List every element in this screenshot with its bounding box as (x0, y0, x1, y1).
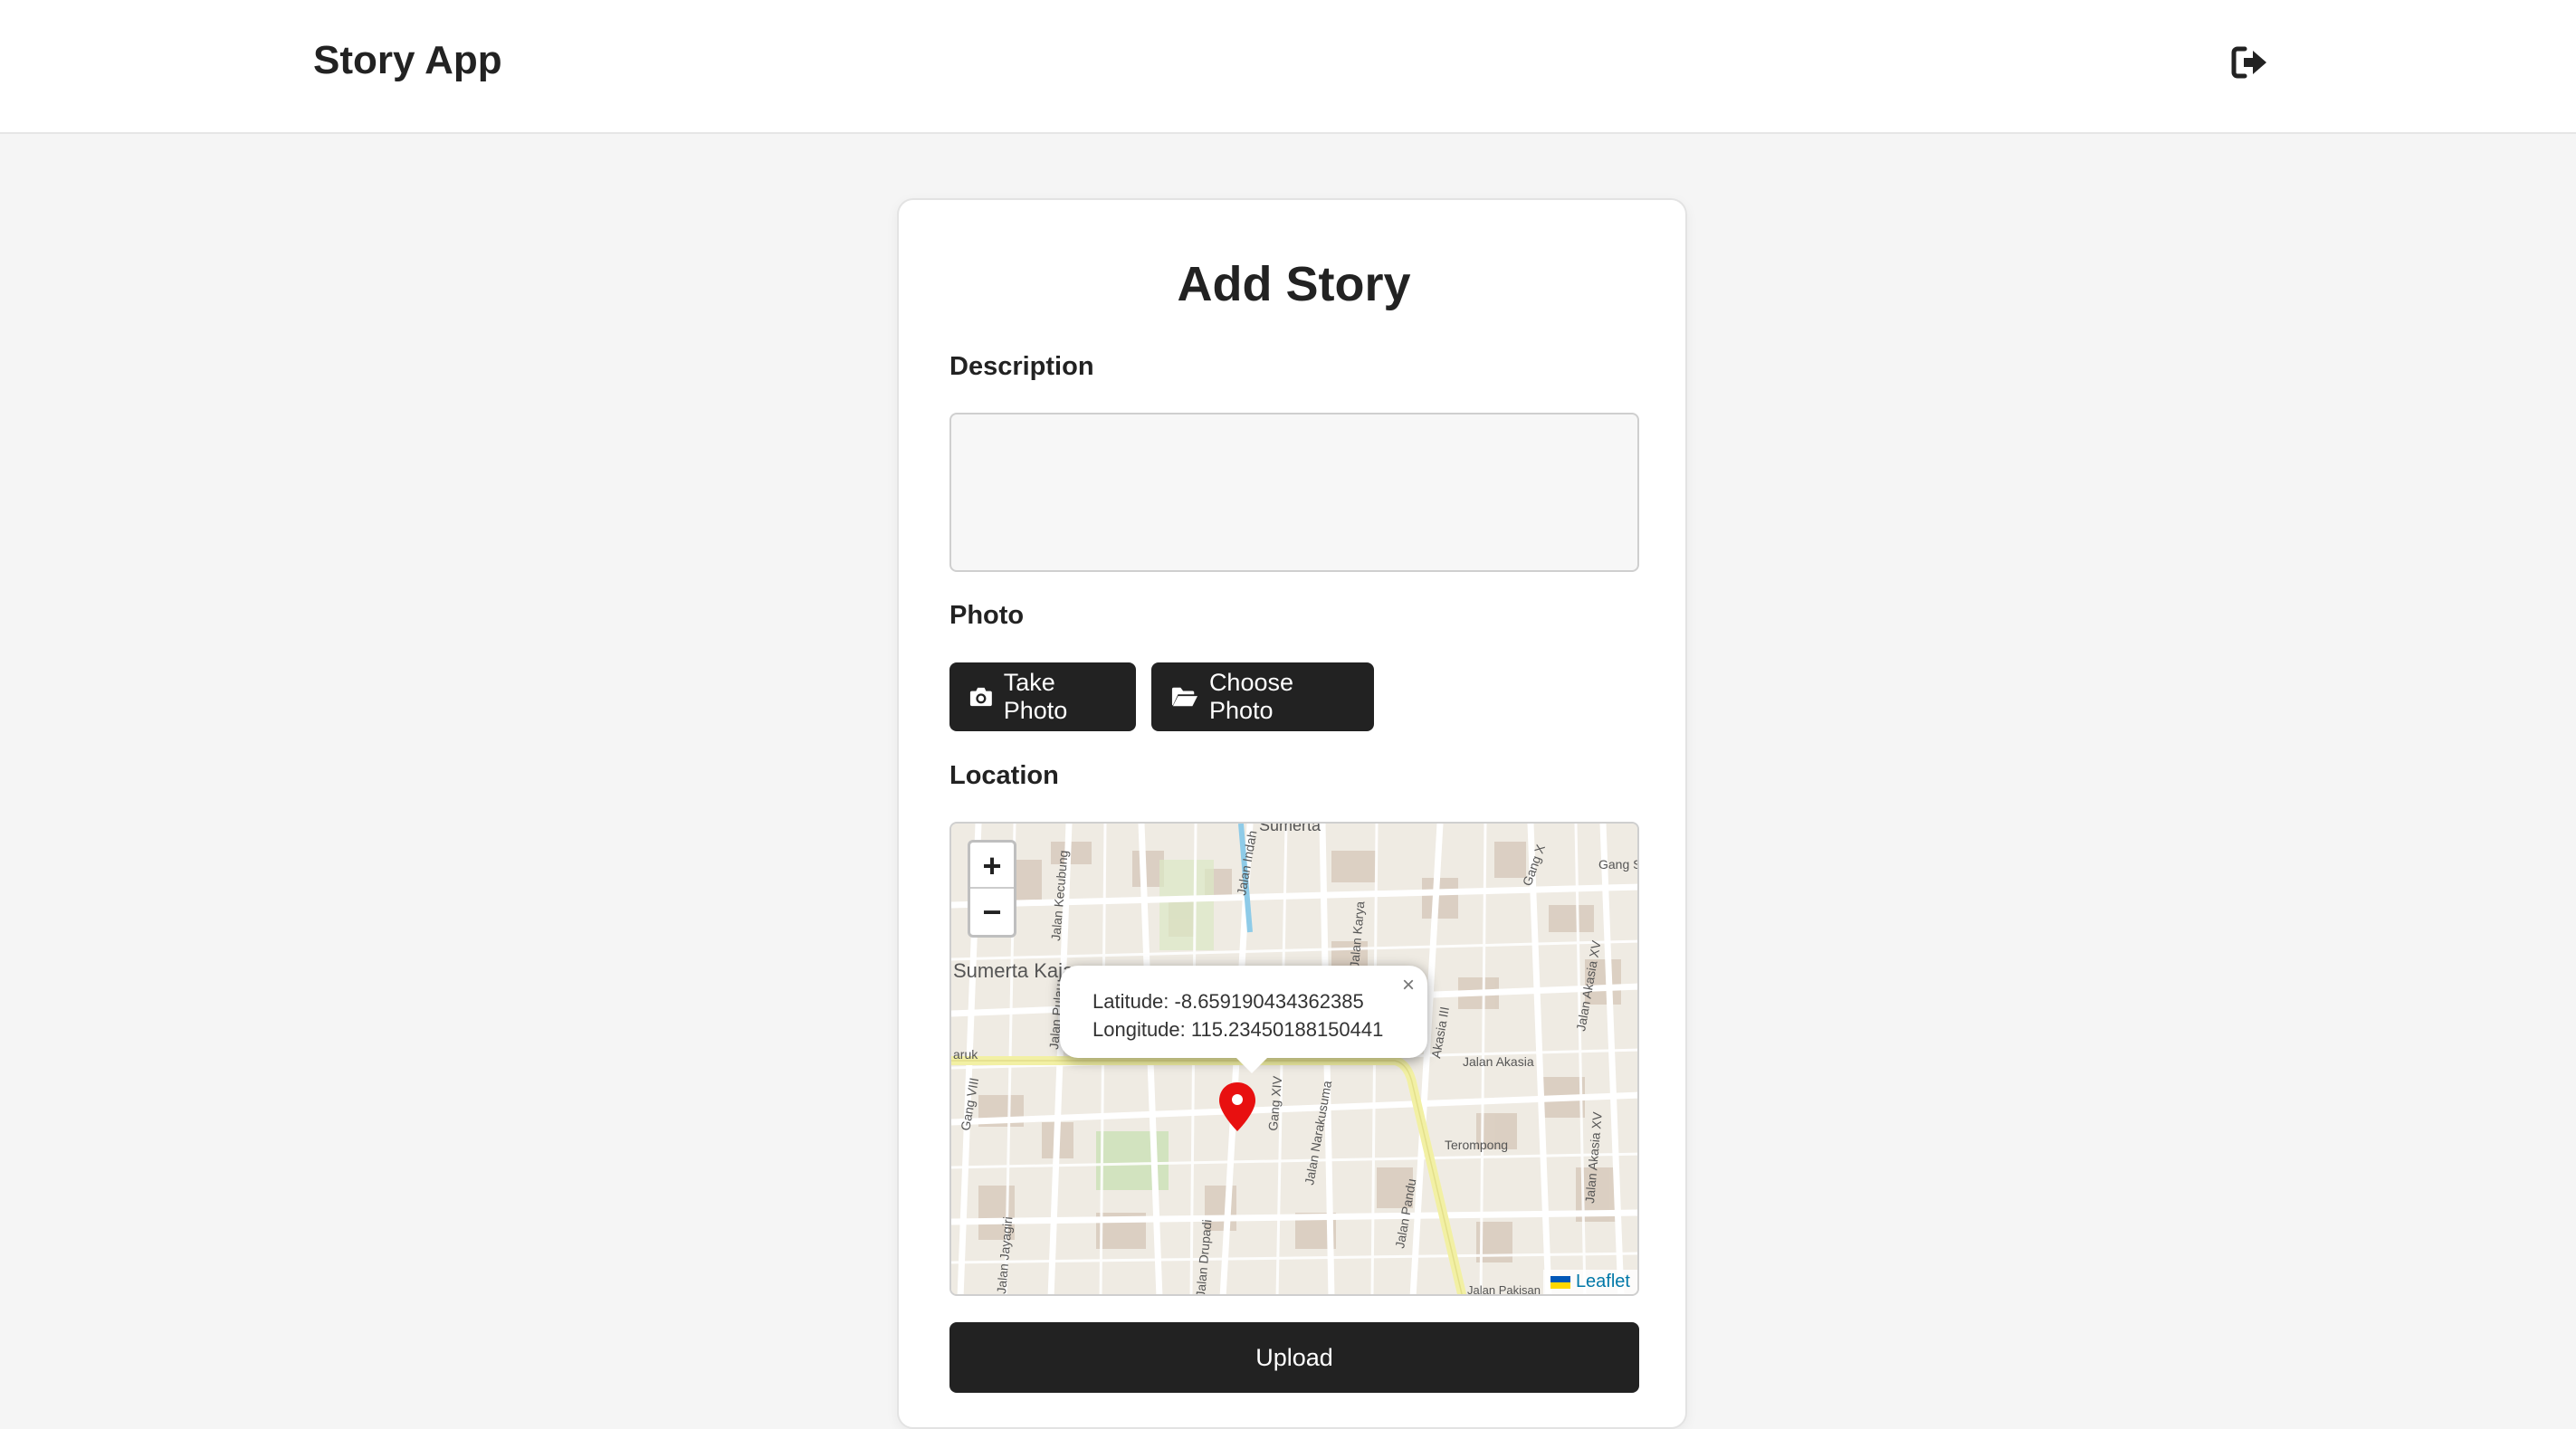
add-story-card: Add Story Description Photo Take Photo C… (897, 198, 1687, 1429)
map-label-sumerta: Sumerta (1259, 824, 1321, 834)
ukraine-flag-icon (1550, 1275, 1570, 1289)
map-label-sumerta-kaja: Sumerta Kaja (953, 959, 1074, 982)
map-attribution: Leaflet (1542, 1270, 1637, 1294)
camera-icon (969, 687, 992, 707)
logout-icon[interactable] (2228, 42, 2270, 83)
app-brand[interactable]: Story App (313, 38, 502, 83)
choose-photo-button[interactable]: Choose Photo (1151, 662, 1374, 731)
map-label-aruk: aruk (953, 1047, 978, 1062)
map-label-terompong: Terompong (1445, 1138, 1508, 1152)
take-photo-button[interactable]: Take Photo (949, 662, 1136, 731)
popup-tip (1234, 1055, 1270, 1073)
location-popup: Latitude: -8.659190434362385 Longitude: … (1060, 966, 1427, 1058)
description-textarea[interactable] (949, 413, 1639, 572)
zoom-control: + − (968, 840, 1016, 938)
leaflet-link[interactable]: Leaflet (1576, 1272, 1630, 1292)
map-label-gang-s: Gang S (1598, 857, 1639, 872)
map-label-akasia: Jalan Akasia (1463, 1054, 1534, 1069)
top-bar: Story App (0, 0, 2576, 134)
location-map[interactable]: Sumerta Jalan Kecubung Jalan Indah Jalan… (949, 822, 1639, 1296)
choose-photo-label: Choose Photo (1208, 669, 1294, 724)
folder-open-icon (1171, 687, 1198, 707)
popup-close-button[interactable]: × (1402, 971, 1415, 999)
description-label: Description (949, 352, 1094, 381)
map-tiles[interactable]: Sumerta Jalan Kecubung Jalan Indah Jalan… (951, 824, 1639, 1296)
popup-latitude: Latitude: -8.659190434362385 (1092, 990, 1364, 1013)
map-marker-icon[interactable] (1217, 1081, 1257, 1133)
zoom-in-button[interactable]: + (970, 843, 1014, 889)
page-title: Add Story (1177, 257, 1411, 311)
popup-longitude: Longitude: 115.23450188150441 (1092, 1018, 1384, 1041)
map-label-pakisan: Jalan Pakisan (1467, 1283, 1541, 1296)
photo-label: Photo (949, 601, 1025, 630)
zoom-out-button[interactable]: − (970, 889, 1014, 935)
upload-button[interactable]: Upload (949, 1322, 1639, 1393)
location-label: Location (949, 761, 1059, 790)
take-photo-label: Take Photo (1003, 669, 1068, 724)
